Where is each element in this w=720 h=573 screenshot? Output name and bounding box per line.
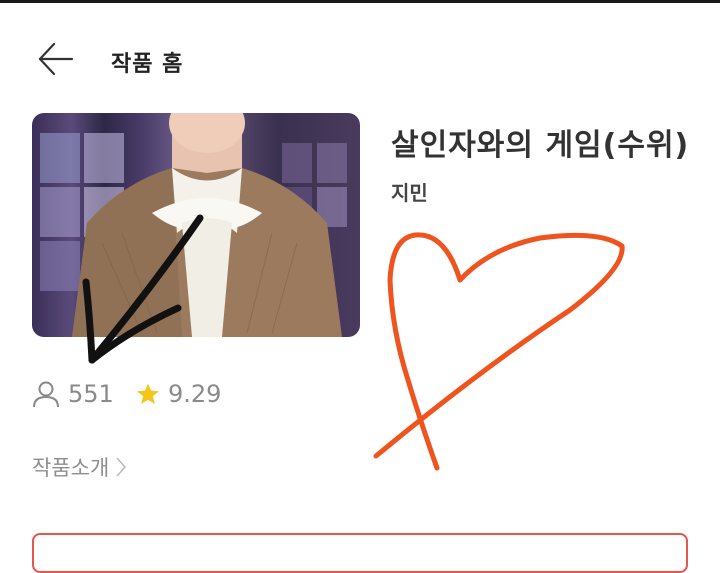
rating-value: 9.29	[168, 380, 222, 408]
person-icon	[33, 381, 59, 408]
rating-stat: 9.29	[136, 376, 221, 412]
author-name[interactable]: 지민	[391, 177, 428, 206]
heart-annotation	[373, 232, 625, 471]
intro-label: 작품소개	[32, 456, 110, 480]
views-stat: 551	[32, 376, 114, 412]
primary-action-button[interactable]	[32, 533, 688, 573]
back-button[interactable]	[34, 39, 78, 79]
cover-image[interactable]	[32, 113, 360, 337]
work-title: 살인자와의 게임(수위)	[391, 128, 690, 163]
app-header: 작품 홈	[0, 3, 720, 103]
star-icon	[137, 383, 159, 404]
chevron-right-icon	[116, 457, 127, 477]
page-title: 작품 홈	[111, 52, 184, 77]
arrow-left-icon	[38, 42, 74, 76]
views-count: 551	[68, 380, 114, 408]
cover-photo	[40, 113, 347, 337]
work-intro-link[interactable]: 작품소개	[32, 452, 127, 482]
